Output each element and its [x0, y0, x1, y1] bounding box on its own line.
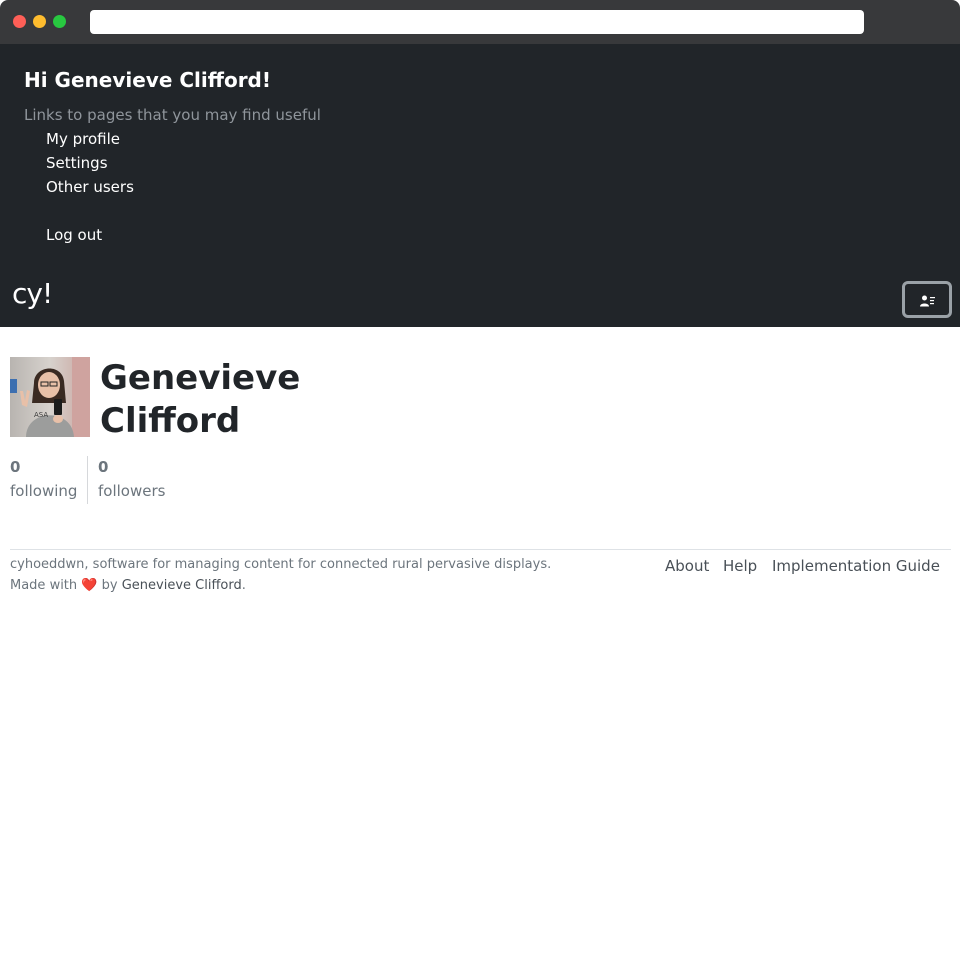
nav-link-settings[interactable]: Settings	[46, 154, 108, 172]
avatar: ASA	[10, 357, 90, 437]
footer-link-help[interactable]: Help	[723, 557, 757, 575]
user-list-icon	[920, 295, 935, 307]
navbar: Hi Genevieve Clifford! Links to pages th…	[0, 44, 960, 327]
browser-titlebar	[0, 0, 960, 44]
nav-link-my-profile[interactable]: My profile	[46, 130, 120, 148]
footer-divider	[10, 549, 951, 550]
footer-link-implementation-guide[interactable]: Implementation Guide	[772, 557, 940, 575]
followers-stat[interactable]: 0 followers	[98, 456, 188, 504]
following-label: following	[10, 482, 78, 500]
profile-name: Genevieve Clifford	[100, 358, 301, 441]
nav-link-log-out[interactable]: Log out	[46, 226, 102, 244]
author-link[interactable]: Genevieve Clifford	[122, 578, 242, 593]
nav-subtitle: Links to pages that you may find useful	[24, 106, 321, 124]
nav-greeting: Hi Genevieve Clifford!	[24, 68, 271, 92]
minimize-window-button[interactable]	[33, 15, 46, 28]
made-by-text: by	[101, 578, 118, 593]
made-with-text: Made with	[10, 578, 78, 593]
heart-icon: ❤️	[81, 578, 98, 593]
svg-text:ASA: ASA	[34, 411, 48, 419]
maximize-window-button[interactable]	[53, 15, 66, 28]
following-count: 0	[10, 458, 21, 476]
followers-count: 0	[98, 458, 109, 476]
footer-made-with: Made with ❤️ by Genevieve Clifford.	[10, 578, 246, 593]
nav-link-other-users[interactable]: Other users	[46, 178, 134, 196]
nav-toggle-button[interactable]	[902, 281, 952, 318]
footer-description: cyhoeddwn, software for managing content…	[10, 557, 552, 572]
user-photo: ASA	[10, 357, 90, 437]
footer-period: .	[241, 578, 246, 593]
address-bar[interactable]	[90, 10, 864, 34]
footer-link-about[interactable]: About	[665, 557, 709, 575]
followers-label: followers	[98, 482, 166, 500]
following-stat[interactable]: 0 following	[10, 456, 88, 504]
brand-logo[interactable]: cy!	[12, 277, 53, 310]
close-window-button[interactable]	[13, 15, 26, 28]
